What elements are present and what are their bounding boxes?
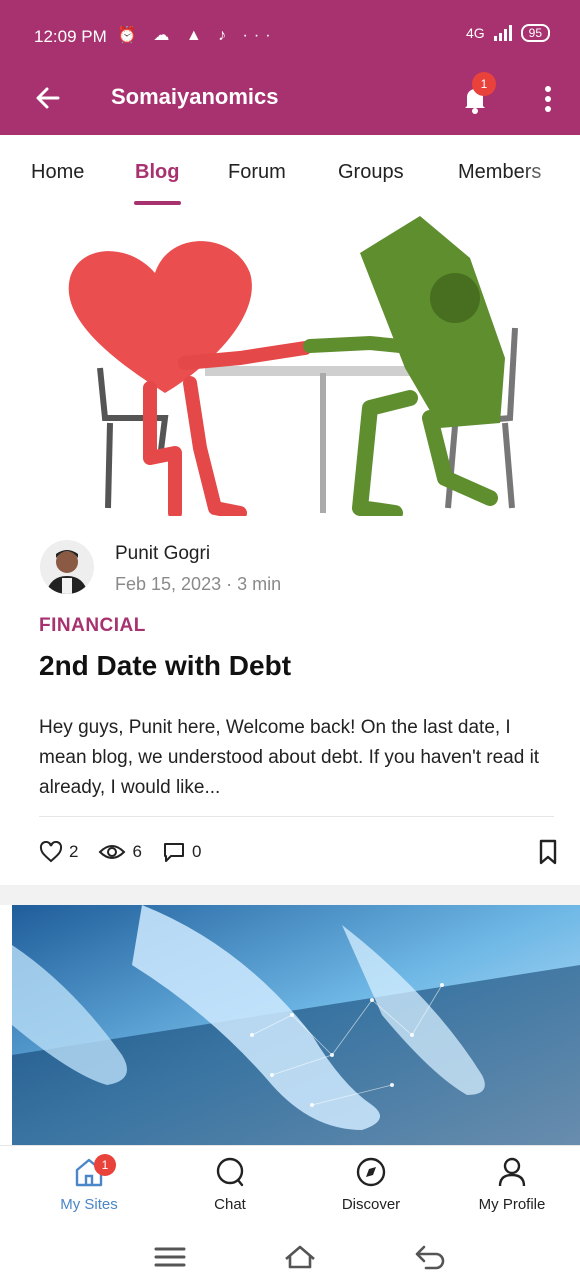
status-notification-icons: ⏰ ☁ ▲ ♪ ··· — [117, 27, 277, 44]
status-bar: 12:09 PM ⏰ ☁ ▲ ♪ ··· 4G 95 — [0, 0, 580, 60]
my-sites-badge: 1 — [94, 1154, 116, 1176]
compass-icon — [356, 1157, 386, 1187]
post-stats: 2 6 0 — [39, 838, 221, 866]
active-tab-indicator — [134, 201, 181, 205]
author-avatar[interactable] — [40, 540, 94, 594]
nav-discover[interactable]: Discover — [316, 1156, 426, 1213]
bookmark-icon[interactable] — [536, 838, 560, 866]
views-stat: 6 — [98, 842, 142, 862]
post-meta: Feb 15, 2023 · 3 min — [115, 574, 282, 594]
home-button-icon[interactable] — [282, 1239, 318, 1275]
bottom-navigation: 1 My Sites Chat Discover My Profile — [0, 1145, 580, 1234]
nav-my-sites[interactable]: 1 My Sites — [34, 1154, 144, 1213]
comment-button[interactable]: 0 — [162, 841, 201, 863]
chat-icon — [216, 1157, 244, 1187]
nav-my-profile[interactable]: My Profile — [457, 1156, 567, 1213]
nav-label-chat: Chat — [214, 1196, 246, 1213]
tab-home[interactable]: Home — [31, 161, 84, 184]
nav-chat[interactable]: Chat — [175, 1156, 285, 1213]
notification-badge: 1 — [472, 72, 496, 96]
nav-label-discover: Discover — [341, 1196, 401, 1213]
divider — [39, 816, 554, 817]
nav-label-my-sites: My Sites — [60, 1196, 118, 1213]
comment-icon — [163, 843, 184, 862]
eye-icon — [99, 845, 126, 859]
back-button-icon[interactable] — [412, 1239, 448, 1275]
tab-bar: Home Blog Forum Groups Members — [0, 135, 580, 209]
system-navigation-bar — [0, 1233, 580, 1279]
post-category[interactable]: FINANCIAL — [39, 615, 146, 637]
nav-label-my-profile: My Profile — [478, 1196, 546, 1213]
signal-icon — [493, 25, 512, 41]
back-arrow-icon[interactable] — [32, 82, 64, 114]
view-count: 6 — [132, 842, 142, 861]
post-excerpt[interactable]: Hey guys, Punit here, Welcome back! On t… — [39, 713, 549, 803]
app-title: Somaiyanomics — [111, 84, 279, 109]
tab-fade — [520, 135, 580, 207]
like-button[interactable]: 2 — [39, 841, 78, 863]
person-icon — [498, 1157, 526, 1187]
like-count: 2 — [69, 842, 79, 861]
app-bar: Somaiyanomics 1 — [0, 60, 580, 135]
status-right-icons: 4G 95 — [466, 24, 550, 42]
tab-groups[interactable]: Groups — [338, 161, 404, 184]
post-separator — [0, 885, 580, 905]
post-title[interactable]: 2nd Date with Debt — [39, 650, 291, 682]
more-vert-icon[interactable] — [536, 82, 560, 116]
tab-forum[interactable]: Forum — [228, 161, 286, 184]
next-post-cover-image[interactable] — [12, 905, 580, 1145]
network-type: 4G — [465, 25, 485, 41]
status-time: 12:09 PM — [34, 27, 107, 46]
heart-icon — [39, 841, 63, 863]
post-cover-image[interactable] — [0, 208, 580, 516]
battery-icon: 95 — [520, 24, 550, 42]
author-name[interactable]: Punit Gogri — [115, 543, 210, 565]
comment-count: 0 — [191, 842, 202, 861]
tab-blog[interactable]: Blog — [135, 161, 179, 184]
recent-apps-icon[interactable] — [152, 1239, 188, 1275]
